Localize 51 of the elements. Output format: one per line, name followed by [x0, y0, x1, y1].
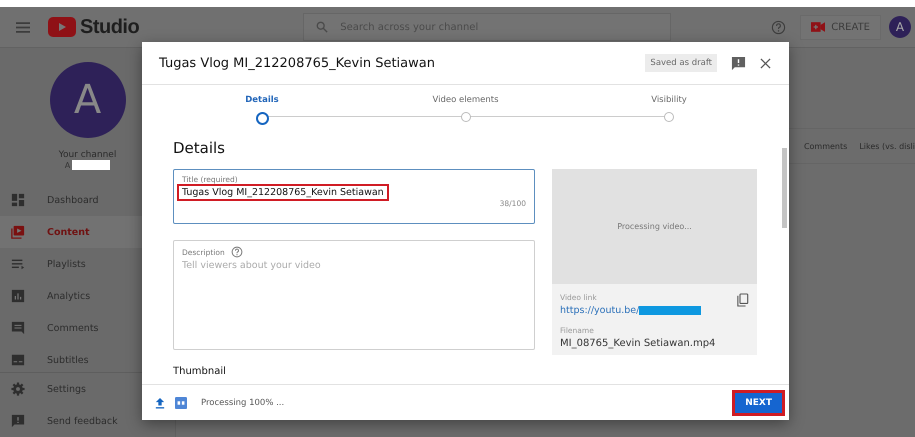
search-icon	[316, 21, 328, 34]
dashboard-icon	[11, 193, 25, 207]
column-header: Comments	[804, 142, 848, 150]
play-logo-icon	[48, 17, 76, 38]
section-heading: Thumbnail	[173, 366, 227, 377]
column-header: Likes (vs. disli	[859, 142, 915, 150]
channel-handle: A	[64, 160, 70, 170]
help-icon[interactable]	[771, 20, 786, 35]
preview-status: Processing video...	[617, 222, 692, 231]
subtitles-icon	[11, 353, 25, 367]
copy-icon[interactable]	[737, 293, 749, 307]
dialog-title: Tugas Vlog MI_212208765_Kevin Setiawan	[159, 56, 435, 70]
sidebar-item[interactable]: Dashboard	[0, 184, 175, 216]
video-link[interactable]: https://youtu.be/	[560, 305, 640, 316]
title-value: Tugas Vlog MI_212208765_Kevin Setiawan	[177, 184, 389, 201]
comments-icon	[11, 321, 25, 335]
step-dot	[460, 112, 470, 122]
create-button[interactable]: CREATE	[800, 14, 881, 40]
channel-avatar[interactable]: A	[50, 62, 126, 138]
account-avatar[interactable]: A	[889, 16, 911, 38]
next-button[interactable]: NEXT	[732, 390, 785, 416]
status-chip: Saved as draft	[645, 54, 717, 72]
sidebar-item[interactable]: Analytics	[0, 280, 175, 312]
logo-text: Studio	[80, 16, 140, 39]
content-icon	[11, 225, 25, 239]
menu-icon[interactable]	[16, 22, 30, 33]
redaction-bar	[72, 160, 110, 170]
analytics-icon	[11, 289, 25, 303]
help-icon[interactable]	[230, 246, 243, 258]
camera-plus-icon	[811, 22, 826, 32]
step-dot	[256, 112, 268, 125]
feedback-icon[interactable]	[731, 56, 746, 70]
step-tab[interactable]: Video elements	[432, 95, 498, 105]
upload-icon	[155, 396, 165, 408]
scrollbar[interactable]	[782, 148, 787, 228]
sidebar-item[interactable]: Send feedback	[0, 405, 175, 437]
step-tab[interactable]: Details	[245, 95, 279, 105]
hd-icon	[175, 396, 187, 408]
channel-label: Your channel	[58, 150, 116, 160]
section-heading: Details	[173, 139, 226, 157]
redaction-bar	[639, 306, 702, 315]
sidebar-item[interactable]: Playlists	[0, 248, 175, 280]
progress-status: Processing 100% ...	[201, 398, 284, 408]
sidebar-item[interactable]: Comments	[0, 312, 175, 344]
close-icon[interactable]	[760, 58, 771, 68]
step-tab[interactable]: Visibility	[651, 95, 687, 105]
settings-icon	[11, 382, 25, 396]
feedback-icon	[11, 414, 25, 428]
filename: MI_08765_Kevin Setiawan.mp4	[560, 338, 716, 349]
playlists-icon	[11, 257, 25, 271]
step-dot	[664, 112, 674, 122]
